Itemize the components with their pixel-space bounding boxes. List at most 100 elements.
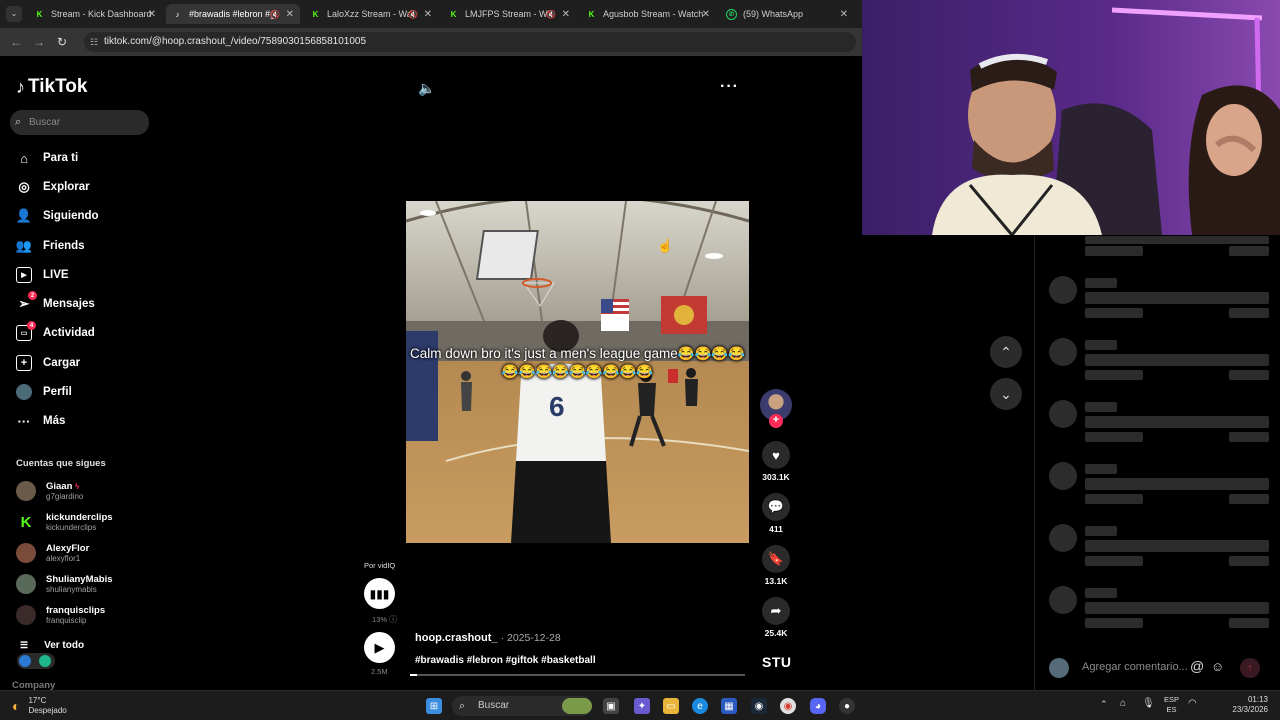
kick-icon: K xyxy=(16,512,36,532)
show-hidden-icons-icon[interactable]: ⌃ xyxy=(1100,699,1108,710)
browser-tab[interactable]: K Stream - Kick Dashboard ✕ xyxy=(28,4,162,24)
comment-skeleton xyxy=(1049,338,1269,400)
system-clock[interactable]: 01:13 23/3/2026 xyxy=(1210,695,1268,715)
obs-icon[interactable]: ● xyxy=(839,698,855,714)
task-view-icon[interactable]: ▣ xyxy=(603,698,619,714)
see-all-link[interactable]: ☰ Ver todo xyxy=(20,640,84,651)
reload-icon[interactable]: ↻ xyxy=(57,35,67,49)
steam-icon[interactable]: ◉ xyxy=(751,698,767,714)
save-action[interactable]: 🔖 13.1K xyxy=(760,545,792,586)
compass-icon: ◎ xyxy=(18,179,30,194)
address-toolbar: ← → ↻ ☷ tiktok.com/@hoop.crashout_/video… xyxy=(0,28,862,56)
search-input[interactable]: ⌕ Buscar xyxy=(10,110,149,135)
following-icon: 👤 xyxy=(15,208,33,223)
close-tab-icon[interactable]: ✕ xyxy=(840,9,848,20)
following-account[interactable]: AlexyFlor alexyflor1 xyxy=(16,541,89,565)
webcam-overlay xyxy=(862,0,1280,235)
play-button[interactable]: ▶ xyxy=(364,632,395,663)
watermark-text: STU xyxy=(762,654,792,670)
nav-item-mas[interactable]: ··· Más xyxy=(16,410,66,432)
like-action[interactable]: ♥ 303.1K xyxy=(760,441,792,482)
mute-tab-icon[interactable]: 🔇 xyxy=(270,10,280,19)
next-video-button[interactable]: ⌄ xyxy=(990,378,1022,410)
nav-item-explorar[interactable]: ◎ Explorar xyxy=(16,176,89,198)
browser-tab[interactable]: ✆ (59) WhatsApp ✕ xyxy=(720,4,854,24)
language-indicator[interactable]: ESP ES xyxy=(1164,695,1179,715)
browser-tab[interactable]: K LMJFPS Stream - Wat 🔇 ✕ xyxy=(442,4,576,24)
chrome-icon[interactable]: ◉ xyxy=(780,698,796,714)
file-explorer-icon[interactable]: ▭ xyxy=(663,698,679,714)
bar-chart-icon: ▮▮▮ xyxy=(369,586,390,601)
browser-tab[interactable]: K LaloXzz Stream - Wat 🔇 ✕ xyxy=(304,4,438,24)
nav-item-friends[interactable]: 👥 Friends xyxy=(16,235,85,257)
nav-item-cargar[interactable]: + Cargar xyxy=(16,352,80,374)
following-account[interactable]: K kickunderclips kickunderclips xyxy=(16,510,113,534)
url-bar[interactable]: ☷ tiktok.com/@hoop.crashout_/video/75890… xyxy=(84,32,856,52)
discord-icon[interactable]: ◕ xyxy=(810,698,826,714)
microphone-icon[interactable]: 🎙 xyxy=(1142,698,1155,709)
mouse-cursor-icon: ☝ xyxy=(657,238,674,253)
edge-icon[interactable]: e xyxy=(692,698,708,714)
following-account[interactable]: Giaan ϟ g7giardino xyxy=(16,479,83,503)
follow-plus-icon[interactable]: + xyxy=(769,414,783,428)
close-tab-icon[interactable]: ✕ xyxy=(286,9,294,20)
following-account[interactable]: ShulianyMabis shulianymabis xyxy=(16,572,113,596)
comment-action[interactable]: 💬 411 xyxy=(760,493,792,534)
previous-video-button[interactable]: ⌃ xyxy=(990,336,1022,368)
video-progress-bar[interactable] xyxy=(410,674,745,676)
browser-tab[interactable]: K Agusbob Stream - Watch ✕ xyxy=(580,4,716,24)
more-options-icon[interactable]: ··· xyxy=(720,78,739,96)
mute-tab-icon[interactable]: 🔇 xyxy=(546,10,556,19)
forward-arrow-icon[interactable]: → xyxy=(33,35,45,49)
list-icon: ☰ xyxy=(20,640,29,650)
nav-item-perfil[interactable]: Perfil xyxy=(16,381,72,403)
tab-search-button[interactable]: ⌄ xyxy=(6,6,22,22)
svg-text:6: 6 xyxy=(549,391,565,422)
nav-item-live[interactable]: ▶ LIVE xyxy=(16,264,69,286)
avatar xyxy=(16,543,36,563)
nav-item-actividad[interactable]: ▭ 4 Actividad xyxy=(16,321,95,344)
mention-icon[interactable]: @ xyxy=(1190,658,1204,674)
close-tab-icon[interactable]: ✕ xyxy=(562,9,570,20)
share-action[interactable]: ➦ 25.4K xyxy=(760,597,792,638)
wifi-icon[interactable]: ◠ xyxy=(1188,698,1197,709)
vidiq-label: Por vidIQ xyxy=(364,561,396,570)
nav-item-siguiendo[interactable]: 👤 Siguiendo xyxy=(16,205,99,227)
copilot-icon[interactable]: ✦ xyxy=(634,698,650,714)
share-icon[interactable]: ➦ xyxy=(762,597,790,625)
comment-input[interactable]: Agregar comentario... xyxy=(1082,661,1188,673)
comments-panel xyxy=(1034,236,1280,690)
close-tab-icon[interactable]: ✕ xyxy=(702,9,710,20)
nav-item-para-ti[interactable]: ⌂ Para ti xyxy=(16,147,78,169)
network-icon[interactable]: ⌂ xyxy=(1120,698,1126,709)
search-highlight-icon[interactable] xyxy=(562,698,592,714)
hashtags[interactable]: #brawadis #lebron #giftok #basketball xyxy=(415,655,596,666)
bookmark-icon[interactable]: 🔖 xyxy=(762,545,790,573)
send-button[interactable]: ↑ xyxy=(1240,658,1260,678)
mute-tab-icon[interactable]: 🔇 xyxy=(408,10,418,19)
back-arrow-icon[interactable]: ← xyxy=(10,35,22,49)
play-count: 2.5M xyxy=(371,667,388,676)
weather-widget[interactable]: ◐ 17°C Despejado xyxy=(12,696,67,716)
store-icon[interactable]: ▦ xyxy=(721,698,737,714)
extension-badges[interactable] xyxy=(17,653,55,669)
tiktok-logo[interactable]: ♪ TikTok xyxy=(16,76,87,98)
comment-icon[interactable]: 💬 xyxy=(762,493,790,521)
heart-icon[interactable]: ♥ xyxy=(762,441,790,469)
author-name[interactable]: hoop.crashout_ · 2025-12-28 xyxy=(415,632,561,644)
like-count: 303.1K xyxy=(762,472,790,482)
close-tab-icon[interactable]: ✕ xyxy=(148,9,156,20)
percent-label: 13% ⓘ xyxy=(372,615,398,624)
close-tab-icon[interactable]: ✕ xyxy=(424,9,432,20)
nav-item-mensajes[interactable]: ➢ 2 Mensajes xyxy=(16,291,95,315)
site-info-icon[interactable]: ☷ xyxy=(90,32,98,52)
kick-icon: K xyxy=(36,9,43,19)
volume-icon[interactable]: 🔈 xyxy=(418,80,435,97)
browser-tab-active[interactable]: ♪ #brawadis #lebron #g 🔇 ✕ xyxy=(166,4,300,24)
vidiq-stats-button[interactable]: ▮▮▮ xyxy=(364,578,395,609)
windows-start-icon[interactable]: ⊞ xyxy=(426,698,442,714)
following-account[interactable]: franquisclips franquisclip xyxy=(16,603,105,627)
info-icon[interactable]: ⓘ xyxy=(389,615,397,624)
messages-icon: ➢ 2 xyxy=(16,291,37,312)
emoji-icon[interactable]: ☺ xyxy=(1211,659,1224,674)
